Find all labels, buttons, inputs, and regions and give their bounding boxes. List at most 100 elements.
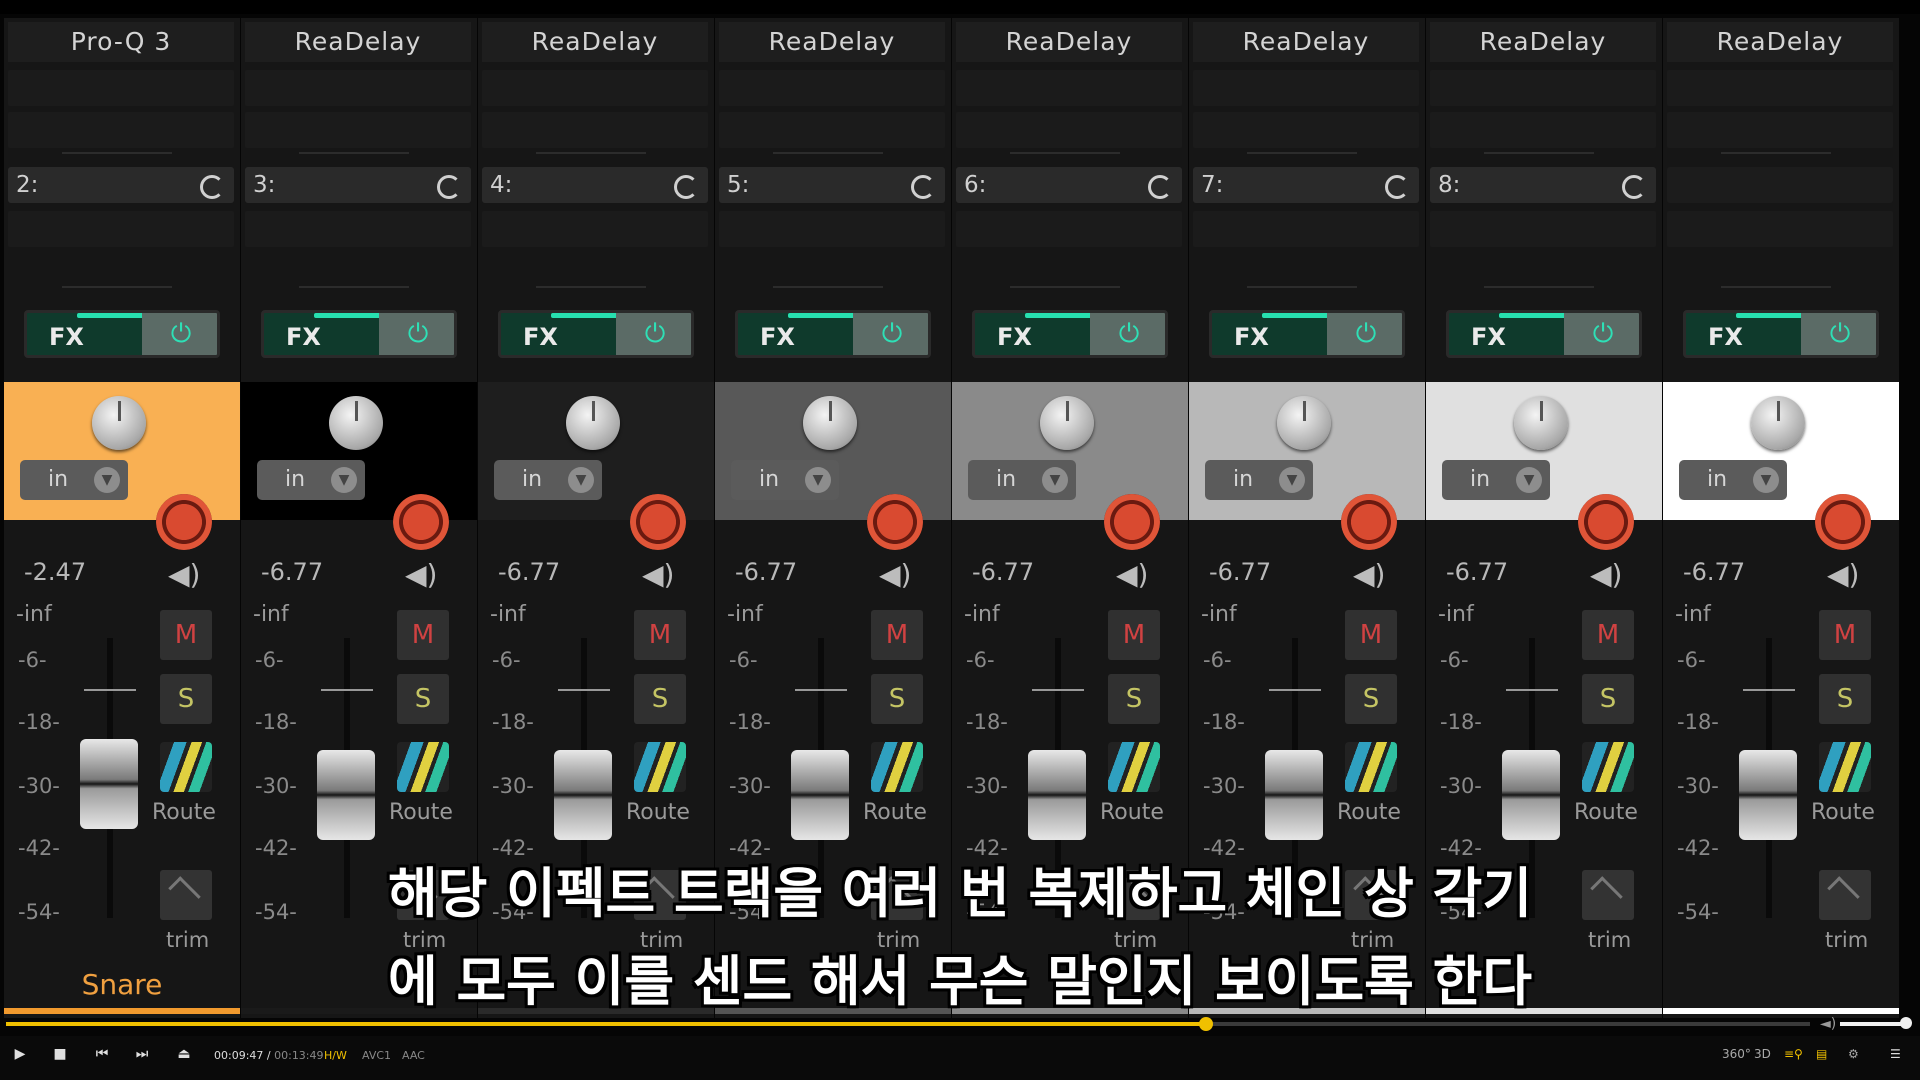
fx-slot[interactable]	[1667, 112, 1893, 148]
send-slot[interactable]: 2:	[8, 167, 234, 203]
send-slot-empty[interactable]	[719, 211, 945, 247]
send-pan-icon[interactable]	[911, 175, 935, 199]
play-icon[interactable]: ▶	[8, 1046, 32, 1062]
send-pan-icon[interactable]	[674, 175, 698, 199]
3d-icon[interactable]: 3D	[1754, 1047, 1771, 1061]
pan-knob[interactable]	[329, 396, 383, 450]
fx-slot[interactable]	[8, 70, 234, 106]
input-select[interactable]: in ▼	[494, 460, 602, 500]
speaker-icon[interactable]: ◀)	[1827, 558, 1859, 591]
fx-slot[interactable]	[482, 70, 708, 106]
seek-bar[interactable]	[6, 1017, 1810, 1031]
route-icon[interactable]	[1582, 742, 1634, 792]
eject-icon[interactable]: ⏏	[172, 1046, 196, 1062]
fx-slot[interactable]	[956, 112, 1182, 148]
send-slot[interactable]: 4:	[482, 167, 708, 203]
solo-button[interactable]: S	[160, 674, 212, 724]
fx-name[interactable]: ReaDelay	[1193, 22, 1419, 62]
send-slot-empty[interactable]	[956, 211, 1182, 247]
fx-button[interactable]: FX ⏻	[1209, 310, 1405, 358]
prev-icon[interactable]: ⏮	[90, 1046, 114, 1062]
fx-slot[interactable]	[482, 112, 708, 148]
send-pan-icon[interactable]	[437, 175, 461, 199]
mute-button[interactable]: M	[634, 610, 686, 660]
route-icon[interactable]	[160, 742, 212, 792]
volume-slider[interactable]	[1840, 1022, 1906, 1026]
power-icon[interactable]: ⏻	[1090, 313, 1165, 355]
power-icon[interactable]: ⏻	[616, 313, 691, 355]
speaker-icon[interactable]: ◀)	[879, 558, 911, 591]
volume-fader[interactable]	[80, 738, 138, 829]
mute-button[interactable]: M	[1582, 610, 1634, 660]
pan-knob[interactable]	[803, 396, 857, 450]
fx-button[interactable]: FX ⏻	[735, 310, 931, 358]
send-slot[interactable]	[1667, 167, 1893, 203]
solo-button[interactable]: S	[1819, 674, 1871, 724]
mute-button[interactable]: M	[871, 610, 923, 660]
power-icon[interactable]: ⏻	[379, 313, 454, 355]
search-playlist-icon[interactable]: ≡⚲	[1784, 1047, 1803, 1061]
record-arm-button[interactable]	[867, 494, 923, 550]
send-slot-empty[interactable]	[1430, 211, 1656, 247]
fx-name[interactable]: ReaDelay	[1430, 22, 1656, 62]
power-icon[interactable]: ⏻	[1564, 313, 1639, 355]
route-icon[interactable]	[1108, 742, 1160, 792]
stop-icon[interactable]: ■	[48, 1046, 72, 1062]
speaker-icon[interactable]: ◀)	[1116, 558, 1148, 591]
settings-icon[interactable]: ⚙	[1848, 1047, 1859, 1061]
route-icon[interactable]	[1345, 742, 1397, 792]
send-slot[interactable]: 6:	[956, 167, 1182, 203]
fx-slot[interactable]	[1193, 112, 1419, 148]
next-icon[interactable]: ⏭	[130, 1046, 154, 1062]
send-slot-empty[interactable]	[245, 211, 471, 247]
fx-slot[interactable]	[8, 112, 234, 148]
mute-button[interactable]: M	[1819, 610, 1871, 660]
solo-button[interactable]: S	[871, 674, 923, 724]
volume-fader[interactable]	[1502, 750, 1560, 840]
pan-knob[interactable]	[92, 396, 146, 450]
power-icon[interactable]: ⏻	[853, 313, 928, 355]
pan-knob[interactable]	[1277, 396, 1331, 450]
route-icon[interactable]	[871, 742, 923, 792]
record-arm-button[interactable]	[1104, 494, 1160, 550]
send-slot[interactable]: 7:	[1193, 167, 1419, 203]
360-icon[interactable]: 360°	[1722, 1047, 1751, 1061]
speaker-icon[interactable]: ◀)	[405, 558, 437, 591]
send-pan-icon[interactable]	[1148, 175, 1172, 199]
pan-knob[interactable]	[1514, 396, 1568, 450]
fx-slot[interactable]	[1430, 70, 1656, 106]
send-slot-empty[interactable]	[1667, 211, 1893, 247]
send-slot-empty[interactable]	[8, 211, 234, 247]
mute-button[interactable]: M	[1108, 610, 1160, 660]
route-icon[interactable]	[397, 742, 449, 792]
mute-button[interactable]: M	[1345, 610, 1397, 660]
solo-button[interactable]: S	[1108, 674, 1160, 724]
fx-slot[interactable]	[719, 70, 945, 106]
record-arm-button[interactable]	[156, 494, 212, 550]
solo-button[interactable]: S	[397, 674, 449, 724]
fx-slot[interactable]	[956, 70, 1182, 106]
fx-slot[interactable]	[719, 112, 945, 148]
mute-button[interactable]: M	[160, 610, 212, 660]
power-icon[interactable]: ⏻	[142, 313, 217, 355]
pan-knob[interactable]	[1040, 396, 1094, 450]
input-select[interactable]: in ▼	[731, 460, 839, 500]
record-arm-button[interactable]	[1815, 494, 1871, 550]
power-icon[interactable]: ⏻	[1801, 313, 1876, 355]
route-icon[interactable]	[1819, 742, 1871, 792]
volume-fader[interactable]	[554, 750, 612, 840]
send-slot-empty[interactable]	[1193, 211, 1419, 247]
send-pan-icon[interactable]	[1622, 175, 1646, 199]
fx-name[interactable]: Pro-Q 3	[8, 22, 234, 62]
volume-icon[interactable]: ◄)	[1820, 1016, 1836, 1032]
send-slot[interactable]: 8:	[1430, 167, 1656, 203]
fx-name[interactable]: ReaDelay	[482, 22, 708, 62]
input-select[interactable]: in ▼	[20, 460, 128, 500]
volume-fader[interactable]	[791, 750, 849, 840]
record-arm-button[interactable]	[1578, 494, 1634, 550]
speaker-icon[interactable]: ◀)	[642, 558, 674, 591]
fx-button[interactable]: FX ⏻	[261, 310, 457, 358]
fx-button[interactable]: FX ⏻	[972, 310, 1168, 358]
record-arm-button[interactable]	[1341, 494, 1397, 550]
volume-fader[interactable]	[1265, 750, 1323, 840]
